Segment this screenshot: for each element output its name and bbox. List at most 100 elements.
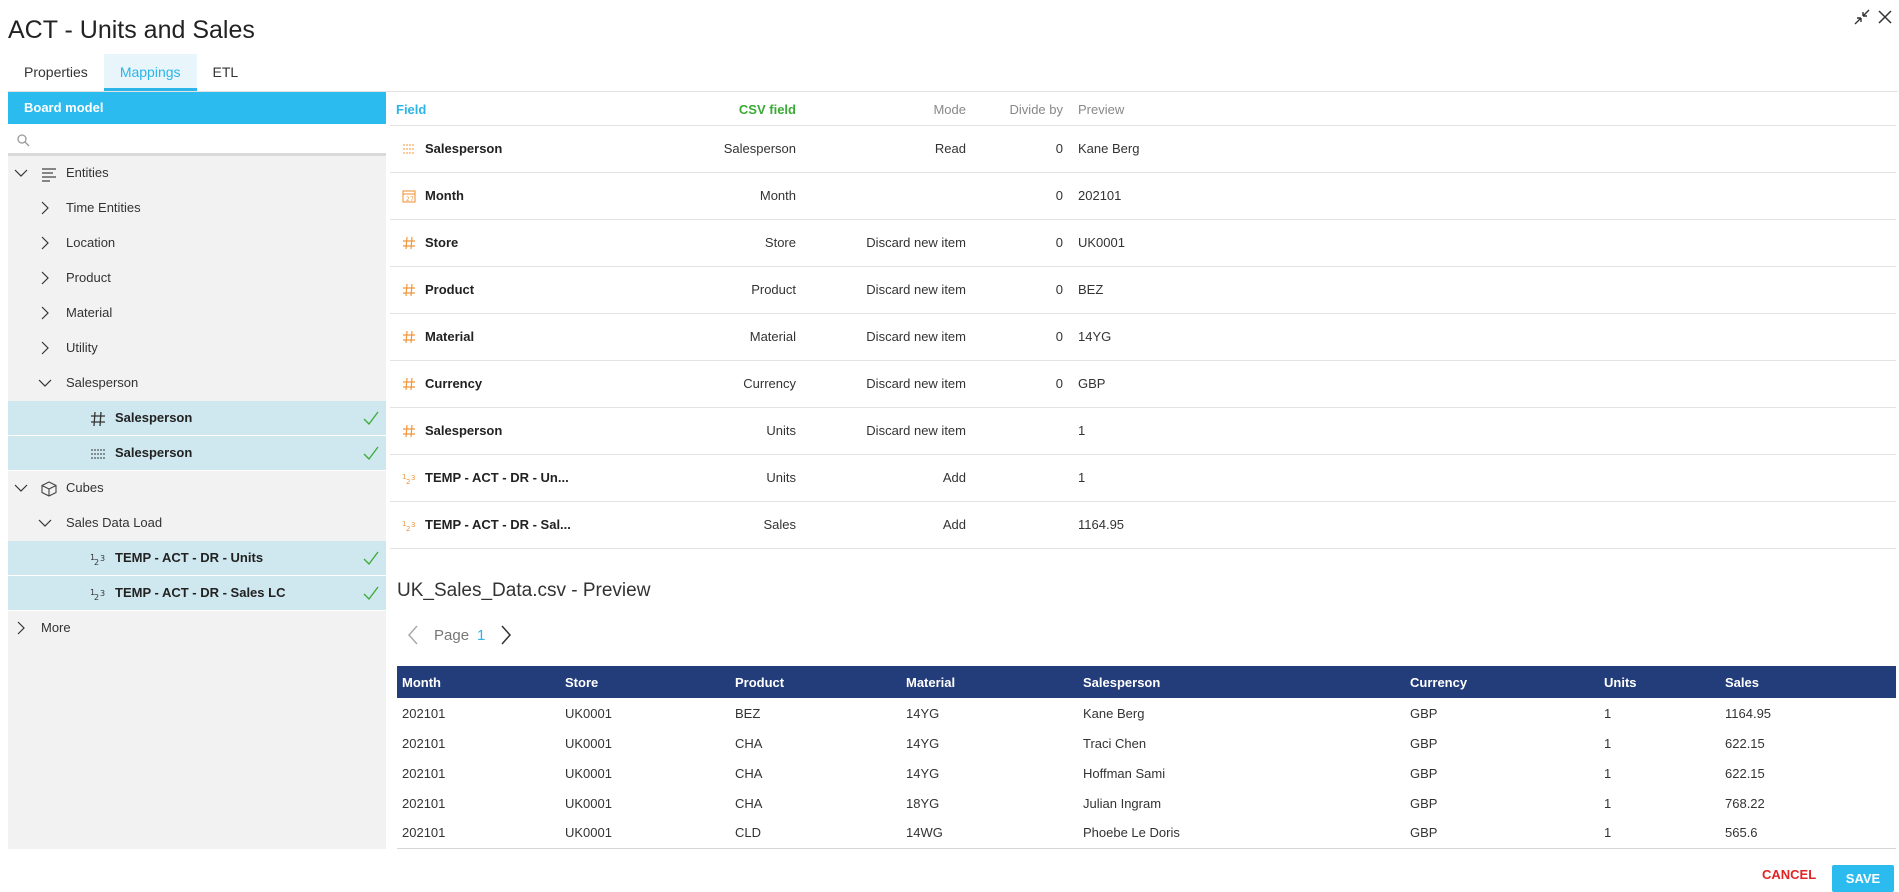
mapping-preview: 1164.95	[1078, 517, 1125, 532]
mapping-mode[interactable]: Add	[943, 470, 966, 485]
tab-mappings[interactable]: Mappings	[103, 54, 197, 91]
mapping-divide-by[interactable]: 0	[1056, 141, 1063, 156]
csv-column-header: Material	[901, 666, 1078, 698]
mapping-row[interactable]: 1 2 3 TEMP - ACT - DR - Sal... Sales Add 1164.…	[390, 502, 1896, 549]
tree-cube-sales[interactable]: 123 TEMP - ACT - DR - Sales LC	[8, 576, 386, 611]
chevron-down-icon[interactable]	[14, 166, 28, 180]
chevron-right-icon[interactable]	[38, 271, 52, 285]
chevron-right-icon[interactable]	[497, 623, 515, 647]
mapping-csv-field[interactable]: Product	[751, 282, 796, 297]
mapping-csv-field[interactable]: Currency	[743, 376, 796, 391]
tree-label: Cubes	[66, 480, 104, 495]
calendar-icon: 27	[402, 189, 416, 203]
tree-salesperson-entity[interactable]: Salesperson	[8, 436, 386, 471]
lines-icon	[91, 449, 105, 459]
csv-column-header: Month	[397, 666, 560, 698]
table-cell: Kane Berg	[1083, 705, 1145, 721]
mapping-row[interactable]: Currency Currency Discard new item 0 GBP	[390, 361, 1896, 408]
table-cell: GBP	[1410, 705, 1438, 721]
tab-etl[interactable]: ETL	[197, 54, 255, 91]
mapping-field: Salesperson	[425, 141, 503, 156]
save-button[interactable]: SAVE	[1832, 865, 1894, 892]
tree-utility[interactable]: Utility	[8, 331, 386, 366]
tree-cubes[interactable]: Cubes	[8, 471, 386, 506]
mapping-divide-by[interactable]: 0	[1056, 235, 1063, 250]
mapping-row[interactable]: Salesperson Units Discard new item 1	[390, 408, 1896, 455]
tree-label: Time Entities	[66, 200, 141, 215]
cube-number-icon: 123	[402, 471, 416, 486]
tree-cube-units[interactable]: 123 TEMP - ACT - DR - Units	[8, 541, 386, 576]
table-cell: 18YG	[906, 795, 940, 811]
mapping-csv-field[interactable]: Month	[760, 188, 796, 203]
mapping-csv-field[interactable]: Material	[750, 329, 796, 344]
mapping-row[interactable]: Product Product Discard new item 0 BEZ	[390, 267, 1896, 314]
table-cell: GBP	[1410, 765, 1438, 781]
tree-location[interactable]: Location	[8, 226, 386, 261]
chevron-right-icon[interactable]	[38, 201, 52, 215]
chevron-down-icon[interactable]	[38, 376, 52, 390]
tree-entities[interactable]: Entities	[8, 156, 386, 191]
tree-material[interactable]: Material	[8, 296, 386, 331]
mapping-csv-field[interactable]: Units	[766, 423, 796, 438]
table-cell: 1	[1604, 705, 1612, 721]
chevron-left-icon[interactable]	[404, 623, 422, 647]
mapping-mode[interactable]: Discard new item	[866, 376, 966, 391]
chevron-right-icon[interactable]	[14, 621, 28, 635]
header-field[interactable]: Field	[396, 102, 426, 117]
tree-salesperson-entity[interactable]: Salesperson	[8, 401, 386, 436]
mapping-mode[interactable]: Discard new item	[866, 423, 966, 438]
mapping-row[interactable]: Material Material Discard new item 0 14YG	[390, 314, 1896, 361]
mapping-mode[interactable]: Discard new item	[866, 282, 966, 297]
hash-icon	[402, 236, 416, 250]
mapping-row[interactable]: Salesperson Salesperson Read 0 Kane Berg	[390, 126, 1896, 173]
mapping-csv-field[interactable]: Units	[766, 470, 796, 485]
tab-properties[interactable]: Properties	[8, 54, 104, 91]
mapping-header: Field CSV field Mode Divide by Preview	[390, 92, 1896, 126]
mapping-row[interactable]: Store Store Discard new item 0 UK0001	[390, 220, 1896, 267]
tree-label: TEMP - ACT - DR - Units	[115, 550, 264, 565]
chevron-right-icon[interactable]	[38, 306, 52, 320]
mapping-mode[interactable]: Discard new item	[866, 329, 966, 344]
search-input[interactable]	[8, 124, 386, 156]
tree-salesperson[interactable]: Salesperson	[8, 366, 386, 401]
window-title: ACT - Units and Sales	[8, 16, 255, 44]
close-icon[interactable]	[1874, 6, 1896, 28]
tree-label: More	[41, 620, 71, 635]
mapping-divide-by[interactable]: 0	[1056, 329, 1063, 344]
mapping-mode[interactable]: Discard new item	[866, 235, 966, 250]
mapping-mode[interactable]: Add	[943, 517, 966, 532]
cancel-button[interactable]: CANCEL	[1762, 867, 1816, 882]
mapping-row[interactable]: 27 Month Month 0 202101	[390, 173, 1896, 220]
tree-more[interactable]: More	[8, 611, 386, 646]
mapping-csv-field[interactable]: Store	[765, 235, 796, 250]
mapping-divide-by[interactable]: 0	[1056, 188, 1063, 203]
mapping-preview: GBP	[1078, 376, 1106, 391]
cube-number-icon: 123	[90, 553, 105, 567]
mapping-csv-field[interactable]: Salesperson	[724, 141, 796, 156]
table-cell: 202101	[402, 795, 446, 811]
chevron-down-icon[interactable]	[38, 516, 52, 530]
chevron-down-icon[interactable]	[14, 481, 28, 495]
tree-label: Sales Data Load	[66, 515, 163, 530]
page-number: 1	[477, 626, 486, 644]
mapping-csv-field[interactable]: Sales	[763, 517, 796, 532]
mapping-mode[interactable]: Read	[935, 141, 966, 156]
table-cell: GBP	[1405, 818, 1599, 849]
mapping-divide-by[interactable]: 0	[1056, 282, 1063, 297]
tree-label: TEMP - ACT - DR - Sales LC	[115, 585, 286, 600]
table-cell: Traci Chen	[1083, 735, 1147, 751]
mapping-divide-by[interactable]: 0	[1056, 376, 1063, 391]
mapping-row[interactable]: 1 2 3 TEMP - ACT - DR - Un... Units Add 1	[390, 455, 1896, 502]
table-row: 202101 UK0001 CHA 14YG Hoffman Sami GBP 1 622.1…	[397, 758, 1896, 788]
tree-time-entities[interactable]: Time Entities	[8, 191, 386, 226]
chevron-right-icon[interactable]	[38, 236, 52, 250]
header-csv-field[interactable]: CSV field	[739, 102, 796, 117]
csv-column-header: Sales	[1720, 666, 1896, 698]
search-icon	[17, 134, 30, 147]
collapse-icon[interactable]	[1851, 6, 1873, 28]
chevron-right-icon[interactable]	[38, 341, 52, 355]
tree-sales-data-load[interactable]: Sales Data Load	[8, 506, 386, 541]
tree-product[interactable]: Product	[8, 261, 386, 296]
svg-text:27: 27	[406, 196, 414, 203]
tree-label: Product	[66, 270, 111, 285]
